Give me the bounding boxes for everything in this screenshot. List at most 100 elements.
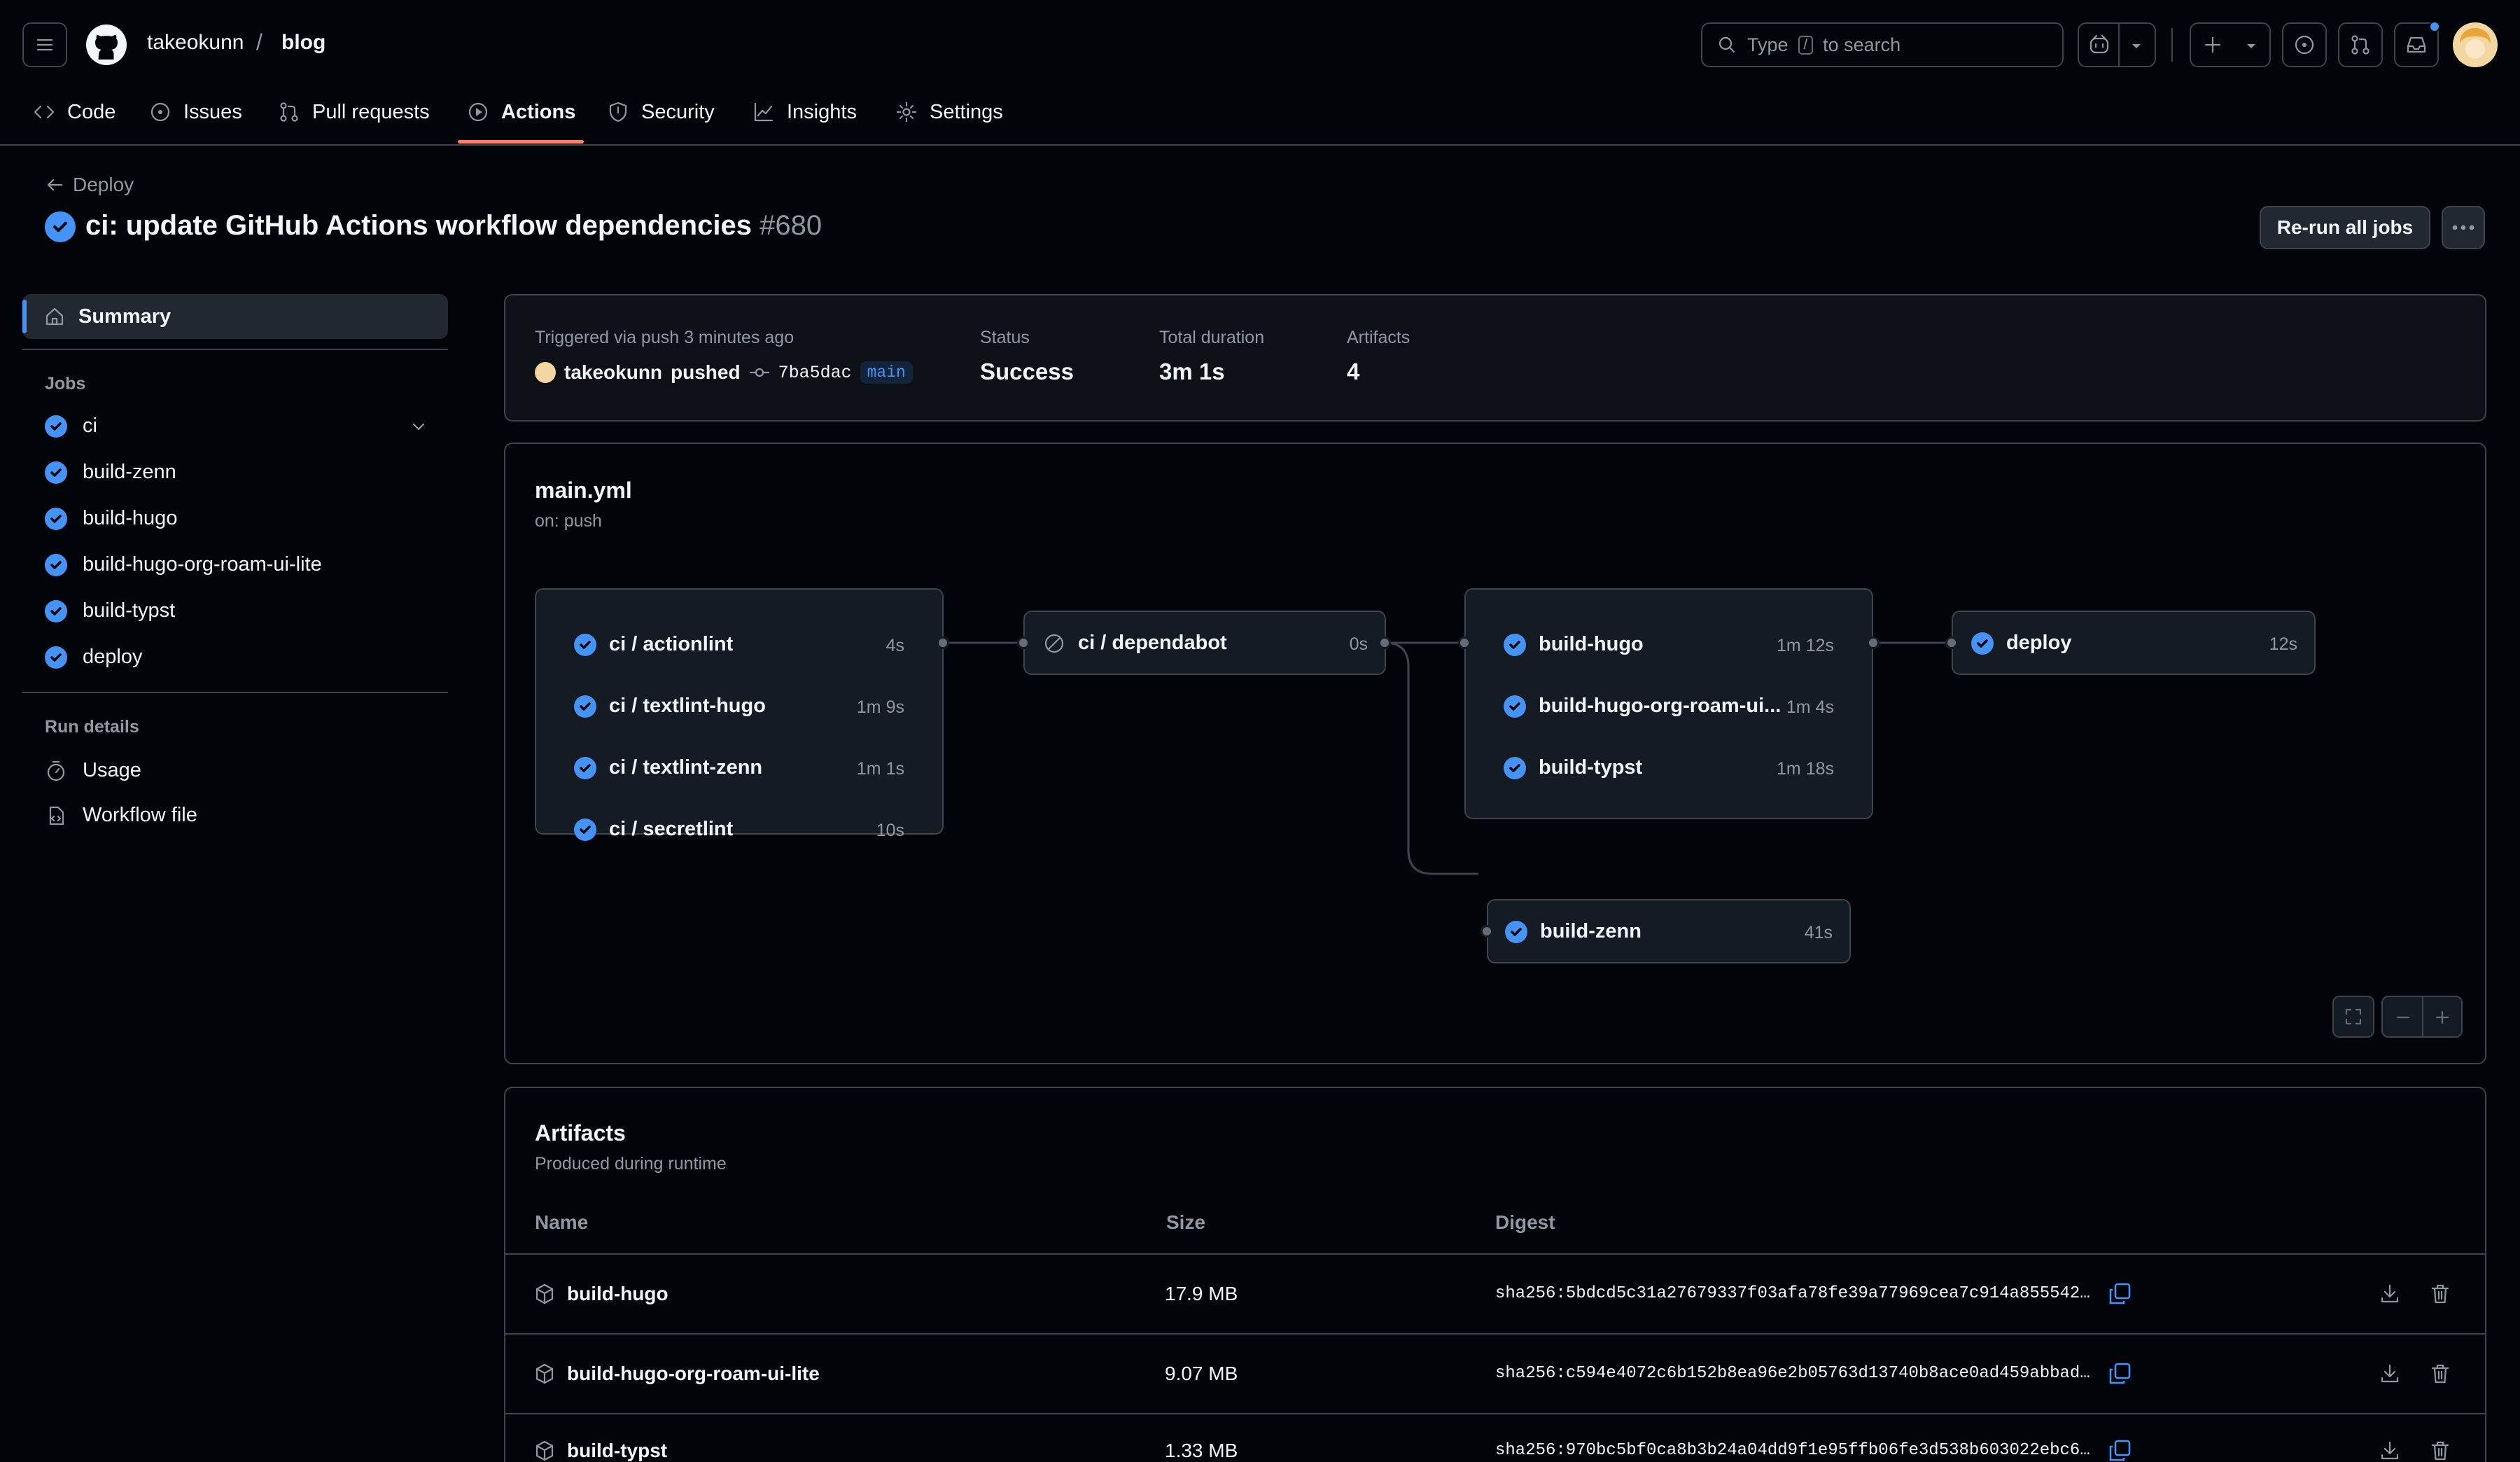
artifact-digest: sha256:970bc5bf0ca8b3b24a04dd9f1e95ffb06… (1495, 1441, 2090, 1460)
success-check-icon (45, 599, 67, 622)
download-icon[interactable] (2379, 1283, 2401, 1305)
screen-full-icon (2345, 1008, 2362, 1025)
sidebar-workflow-file[interactable]: Workflow file (45, 804, 197, 827)
arrow-left-icon (47, 179, 63, 191)
sidebar-job-build-zenn[interactable]: build-zenn (45, 461, 176, 484)
sidebar-job-label: build-typst (83, 599, 176, 622)
sidebar-job-build-hugo[interactable]: build-hugo (45, 507, 177, 530)
notifications-button[interactable] (2394, 21, 2440, 67)
tab-settings[interactable]: Settings (895, 97, 1003, 127)
job-group-ci: ci / actionlint 4s ci / textlint-hugo 1m… (535, 588, 944, 841)
more-options-button[interactable] (2442, 206, 2485, 249)
sidebar-divider (22, 349, 448, 350)
job-build-hugo-org-roam-ui-lite[interactable]: build-hugo-org-roam-ui... (1504, 695, 1781, 718)
graph-connector-dot (1480, 925, 1493, 938)
commit-sha-link[interactable]: 7ba5dac (778, 363, 852, 383)
copy-icon[interactable] (2107, 1361, 2132, 1386)
copilot-icon (2090, 34, 2109, 54)
run-details-heading: Run details (45, 717, 139, 737)
job-duration: 1m 1s (856, 759, 904, 779)
tab-code[interactable]: Code (32, 97, 115, 127)
job-ci-secretlint[interactable]: ci / secretlint (574, 818, 733, 841)
artifact-name-link[interactable]: build-hugo-org-roam-ui-lite (567, 1363, 820, 1385)
rerun-all-jobs-button[interactable]: Re-run all jobs (2260, 206, 2430, 249)
chevron-down-icon[interactable] (409, 417, 428, 436)
search-input[interactable]: Type / to search (1701, 22, 2064, 67)
workflow-graph-panel: main.yml on: push ci / actionlint 4s ci … (504, 443, 2486, 1064)
sidebar-job-ci[interactable]: ci (45, 415, 428, 438)
job-build-zenn[interactable]: build-zenn 41s (1487, 899, 1851, 963)
tab-actions[interactable]: Actions (466, 97, 575, 127)
job-deploy[interactable]: deploy 12s (1952, 611, 2316, 675)
zoom-out-icon[interactable] (2393, 1007, 2414, 1028)
tab-issues[interactable]: Issues (148, 97, 242, 127)
push-info: takeokunn pushed 7ba5dac main (535, 361, 913, 384)
download-icon[interactable] (2379, 1440, 2401, 1462)
table-row: build-hugo 17.9 MB sha256:5bdcd5c31a2767… (505, 1253, 2486, 1332)
search-icon (1718, 36, 1735, 53)
success-check-icon (574, 756, 596, 779)
github-logo-icon[interactable] (85, 24, 127, 66)
tab-pull-requests[interactable]: Pull requests (277, 97, 430, 127)
pull-requests-button[interactable] (2338, 22, 2383, 67)
copy-icon[interactable] (2107, 1281, 2132, 1307)
job-deploy-title: deploy (1971, 632, 2071, 655)
back-to-workflow-link[interactable]: Deploy (45, 174, 134, 196)
sidebar-usage[interactable]: Usage (45, 759, 141, 782)
graph-connector-dot (1867, 636, 1879, 649)
artifact-name-link[interactable]: build-typst (567, 1440, 667, 1462)
breadcrumb-separator: / (256, 29, 262, 55)
repo-name-link[interactable]: blog (281, 31, 326, 55)
success-check-icon (574, 633, 596, 656)
copy-icon[interactable] (2107, 1438, 2132, 1462)
job-ci-dependabot[interactable]: ci / dependabot 0s (1023, 611, 1386, 675)
graph-connector-dot (937, 636, 949, 649)
back-link-label: Deploy (73, 174, 134, 195)
tab-security[interactable]: Security (606, 97, 715, 127)
duration-value: 3m 1s (1159, 358, 1225, 384)
create-new-button[interactable] (2190, 22, 2271, 67)
sidebar-usage-label: Usage (83, 759, 141, 781)
chevron-down-icon (2247, 44, 2255, 48)
tab-insights[interactable]: Insights (752, 97, 857, 127)
trash-icon[interactable] (2429, 1440, 2451, 1462)
job-build-hugo[interactable]: build-hugo (1504, 633, 1644, 656)
issue-icon (2295, 35, 2314, 55)
trash-icon[interactable] (2429, 1283, 2451, 1305)
sidebar-job-label: ci (83, 415, 97, 437)
tab-issues-label: Issues (183, 100, 242, 123)
fit-view-button[interactable] (2332, 996, 2374, 1038)
copilot-button[interactable] (2078, 22, 2156, 67)
job-ci-textlint-zenn[interactable]: ci / textlint-zenn (574, 756, 762, 779)
repo-owner-link[interactable]: takeokunn (147, 31, 244, 55)
actor-link[interactable]: takeokunn (564, 361, 662, 384)
success-check-icon (1504, 695, 1526, 718)
sidebar-job-deploy[interactable]: deploy (45, 646, 142, 669)
sidebar-job-build-hugo-org-roam-ui-lite[interactable]: build-hugo-org-roam-ui-lite (45, 553, 322, 576)
avatar[interactable] (2453, 22, 2498, 67)
success-check-icon (45, 461, 67, 484)
graph-connector-dot (1458, 636, 1471, 649)
job-ci-textlint-hugo[interactable]: ci / textlint-hugo (574, 695, 766, 718)
run-number: #680 (760, 210, 822, 241)
trash-icon[interactable] (2429, 1363, 2451, 1385)
sidebar-job-label: deploy (83, 646, 143, 668)
stopwatch-icon (47, 760, 65, 781)
job-build-typst[interactable]: build-typst (1504, 756, 1642, 779)
job-duration: 1m 4s (1786, 697, 1834, 717)
zoom-in-icon[interactable] (2432, 1007, 2453, 1028)
job-name: build-hugo (1539, 633, 1644, 655)
notification-dot (2429, 21, 2440, 32)
artifact-name-link[interactable]: build-hugo (567, 1283, 668, 1305)
success-check-icon (574, 818, 596, 841)
branch-label[interactable]: main (860, 361, 913, 384)
pull-request-icon (2351, 35, 2370, 55)
sidebar-job-label: build-hugo (83, 507, 178, 529)
sidebar-item-summary[interactable]: Summary (22, 294, 448, 339)
issues-button[interactable] (2282, 22, 2327, 67)
hamburger-menu-button[interactable] (22, 22, 67, 67)
sidebar-job-build-typst[interactable]: build-typst (45, 599, 175, 622)
job-ci-actionlint[interactable]: ci / actionlint (574, 633, 733, 656)
download-icon[interactable] (2379, 1363, 2401, 1385)
job-group-build: build-hugo 1m 12s build-hugo-org-roam-ui… (1464, 588, 1873, 819)
